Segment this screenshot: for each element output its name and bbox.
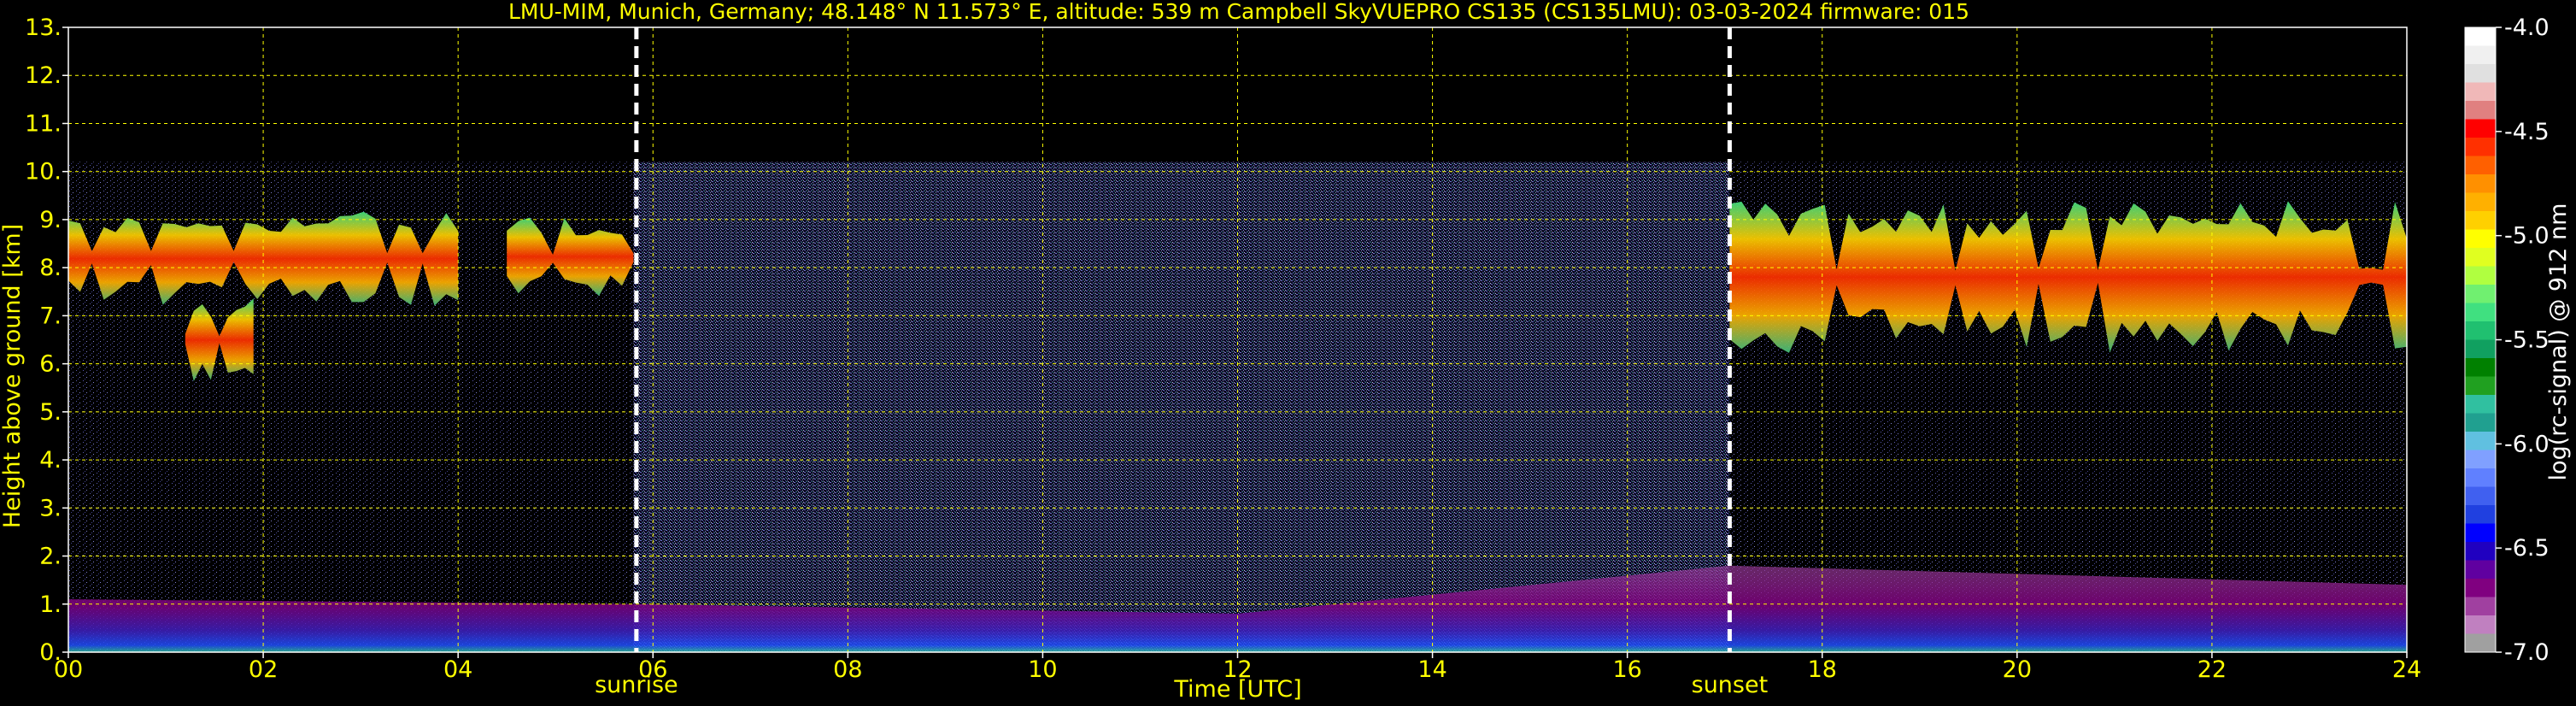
colorbar-swatch [2465,339,2496,359]
colorbar-swatch [2465,486,2496,506]
y-tick-label: 9. [39,207,62,233]
colorbar-swatch [2465,468,2496,487]
y-tick-label: 6. [39,351,62,378]
colorbar-swatch [2465,27,2496,46]
x-tick-label: 18 [1808,656,1837,683]
y-tick-label: 13. [25,15,62,41]
colorbar-swatch [2465,285,2496,303]
colorbar-swatch [2465,192,2496,212]
colorbar-swatch [2465,376,2496,396]
colorbar-swatch [2465,523,2496,543]
colorbar-swatch [2465,615,2496,634]
colorbar-swatch [2465,597,2496,616]
x-axis-label: Time [UTC] [1173,676,1301,703]
x-tick-label: 10 [1028,656,1057,683]
y-tick-label: 12. [25,62,62,89]
y-tick-label: 0. [39,639,62,666]
y-tick-label: 4. [39,447,62,474]
x-tick-label: 14 [1417,656,1446,683]
chart-title: LMU-MIM, Munich, Germany; 48.148° N 11.5… [508,0,1969,24]
y-axis-label: Height above ground [km] [0,224,26,528]
colorbar-swatch [2465,579,2496,597]
x-tick-label: 08 [833,656,862,683]
colorbar-swatch [2465,395,2496,414]
colorbar-swatch [2465,45,2496,65]
colorbar-swatch [2465,119,2496,138]
colorbar-swatch [2465,358,2496,377]
colorbar-tick-label: -6.0 [2504,431,2550,457]
y-tick-label: 1. [39,591,62,618]
colorbar-swatch [2465,413,2496,432]
colorbar-swatch [2465,266,2496,285]
x-tick-label: 02 [249,656,278,683]
y-tick-label: 11. [25,110,62,137]
x-tick-label: 16 [1612,656,1641,683]
colorbar-swatch [2465,248,2496,267]
y-tick-label: 7. [39,303,62,329]
y-tick-label: 3. [39,495,62,521]
y-tick-label: 8. [39,255,62,281]
colorbar-swatch [2465,450,2496,469]
colorbar-swatch [2465,138,2496,156]
colorbar-swatch [2465,633,2496,653]
y-tick-label: 5. [39,399,62,426]
colorbar-swatch [2465,229,2496,249]
colorbar-tick-label: -7.0 [2504,639,2550,666]
colorbar-tick-label: -5.5 [2504,327,2550,354]
colorbar-label: log(rc-signal) @ 912 nm [2545,203,2572,481]
y-tick-label: 10. [25,159,62,185]
colorbar-swatch [2465,101,2496,120]
x-tick-label: 24 [2392,656,2421,683]
colorbar-swatch [2465,156,2496,175]
colorbar-tick-label: -6.5 [2504,535,2550,562]
ceilometer-chart: sunrise sunset00 02 04 06 08 10 12 14 16 18 20 22 240… [0,0,2572,703]
colorbar-tick-label: -4.0 [2504,15,2550,41]
colorbar-swatch [2465,82,2496,102]
x-tick-label: 06 [638,656,667,683]
colorbar: -4.0 -4.5 -5.0 -5.5 -6.0 -6.5 -7.0 [2464,15,2550,666]
colorbar-swatch [2465,432,2496,450]
colorbar-tick-label: -5.0 [2504,223,2550,250]
colorbar-swatch [2465,560,2496,580]
colorbar-swatch [2465,211,2496,230]
colorbar-swatch [2465,303,2496,322]
colorbar-swatch [2465,174,2496,193]
colorbar-swatch [2465,505,2496,524]
x-tick-label: 20 [2003,656,2032,683]
event-label-sunset: sunset [1692,672,1769,698]
x-tick-label: 04 [443,656,472,683]
plot-area [67,26,2408,653]
y-tick-label: 2. [39,544,62,570]
colorbar-swatch [2465,321,2496,340]
colorbar-swatch [2465,64,2496,83]
colorbar-swatch [2465,542,2496,561]
daytime-noise [633,162,1730,652]
x-tick-label: 22 [2198,656,2227,683]
colorbar-tick-label: -4.5 [2504,119,2550,145]
